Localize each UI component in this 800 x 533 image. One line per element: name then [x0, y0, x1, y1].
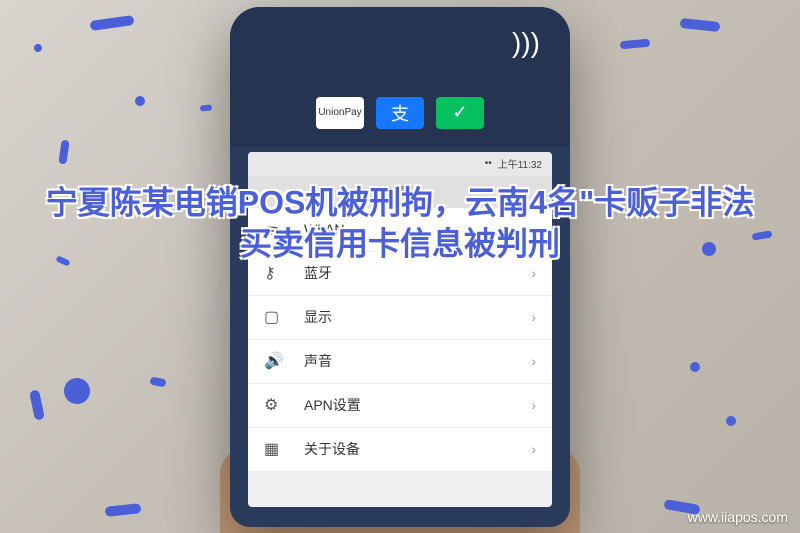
device-printer-top: ))) UnionPay 支 ✓ — [230, 7, 570, 147]
settings-item-apn[interactable]: ⚙ APN设置 › — [248, 384, 552, 428]
settings-item-sound[interactable]: 🔊 声音 › — [248, 340, 552, 384]
clock: 上午11:32 — [498, 156, 542, 171]
device-body: ))) UnionPay 支 ✓ •• 上午11:32 设置 ᯤ WLAN › … — [230, 7, 570, 527]
sound-icon: 🔊 — [264, 351, 288, 371]
chevron-right-icon: › — [531, 353, 536, 369]
nfc-icon: ))) — [512, 27, 540, 59]
decoration — [58, 140, 69, 165]
settings-item-about[interactable]: ▦ 关于设备 › — [248, 428, 552, 472]
decoration — [620, 39, 651, 50]
pos-terminal: ))) UnionPay 支 ✓ •• 上午11:32 设置 ᯤ WLAN › … — [230, 7, 570, 527]
article-headline: 宁夏陈某电销POS机被刑拘，云南4名"卡贩子非法买卖信用卡信息被判刑 — [0, 182, 800, 265]
settings-label: 蓝牙 — [304, 263, 531, 283]
chevron-right-icon: › — [531, 265, 536, 281]
payment-logos: UnionPay 支 ✓ — [230, 97, 570, 129]
unionpay-logo: UnionPay — [316, 97, 364, 129]
chevron-right-icon: › — [531, 441, 536, 457]
status-bar: •• 上午11:32 — [248, 152, 552, 176]
wechat-logo: ✓ — [436, 97, 484, 129]
bluetooth-icon: ⚷ — [264, 263, 288, 283]
chevron-right-icon: › — [531, 309, 536, 325]
decoration — [680, 18, 721, 32]
settings-label: APN设置 — [304, 395, 531, 415]
settings-label: 声音 — [304, 351, 531, 371]
watermark: www.iiapos.com — [688, 509, 788, 525]
alipay-logo: 支 — [376, 97, 424, 129]
chevron-right-icon: › — [531, 397, 536, 413]
settings-item-display[interactable]: ▢ 显示 › — [248, 296, 552, 340]
decoration — [135, 96, 145, 106]
display-icon: ▢ — [264, 307, 288, 327]
decoration — [90, 15, 135, 31]
decoration — [726, 416, 736, 426]
apn-icon: ⚙ — [264, 395, 288, 415]
settings-label: 关于设备 — [304, 439, 531, 459]
decoration — [105, 503, 142, 517]
decoration — [200, 104, 213, 111]
decoration — [33, 43, 43, 53]
decoration — [149, 377, 166, 388]
settings-label: 显示 — [304, 307, 531, 327]
decoration — [64, 378, 90, 404]
decoration — [690, 362, 700, 372]
signal-indicator: •• — [485, 158, 492, 169]
decoration — [29, 389, 45, 420]
about-icon: ▦ — [264, 439, 288, 459]
